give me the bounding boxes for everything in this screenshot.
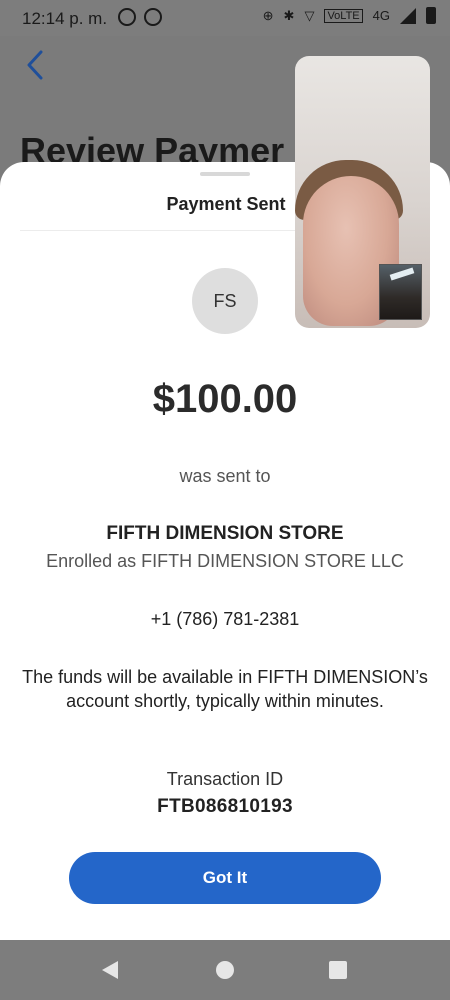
ceiling-light bbox=[389, 267, 415, 281]
payment-amount: $100.00 bbox=[152, 377, 298, 421]
volte-badge: VoLTE bbox=[324, 8, 363, 23]
transaction-id-label: Transaction ID bbox=[166, 769, 284, 789]
recipient-avatar: FS bbox=[192, 268, 258, 334]
recipient-name: FIFTH DIMENSION STORE bbox=[106, 523, 344, 544]
whatsapp-icon bbox=[118, 8, 136, 26]
status-time: 12:14 p. m. bbox=[22, 9, 108, 28]
notification-icons bbox=[118, 8, 162, 26]
drag-handle[interactable] bbox=[200, 172, 250, 176]
back-triangle-icon[interactable] bbox=[102, 961, 118, 979]
bluetooth-icon: ✱ bbox=[283, 7, 295, 23]
system-nav-bar bbox=[0, 940, 450, 1000]
status-bar: 12:14 p. m. ⊕ ✱ ▽ VoLTE 4G bbox=[0, 0, 450, 36]
got-it-button[interactable]: Got It bbox=[69, 852, 381, 904]
network-type: 4G bbox=[372, 8, 390, 23]
system-status-icons: ⊕ ✱ ▽ VoLTE 4G bbox=[263, 7, 436, 24]
self-camera-preview[interactable] bbox=[379, 264, 422, 320]
signal-icon bbox=[400, 7, 416, 24]
funds-availability-note: The funds will be available in FIFTH DIM… bbox=[22, 667, 428, 711]
battery-icon bbox=[426, 7, 436, 24]
enrolled-as-text: Enrolled as FIFTH DIMENSION STORE LLC bbox=[46, 551, 404, 571]
avatar-initials: FS bbox=[213, 290, 237, 311]
recipient-phone: +1 (786) 781-2381 bbox=[150, 609, 300, 629]
home-circle-icon[interactable] bbox=[216, 961, 234, 979]
data-saver-icon: ⊕ bbox=[262, 7, 274, 23]
recents-square-icon[interactable] bbox=[329, 961, 347, 979]
transaction-id-value: FTB086810193 bbox=[157, 796, 293, 817]
video-call-overlay[interactable] bbox=[295, 56, 430, 328]
sent-to-label: was sent to bbox=[179, 466, 271, 486]
chevron-left-icon[interactable] bbox=[26, 50, 44, 80]
wifi-icon: ▽ bbox=[304, 7, 315, 23]
messenger-icon bbox=[144, 8, 162, 26]
